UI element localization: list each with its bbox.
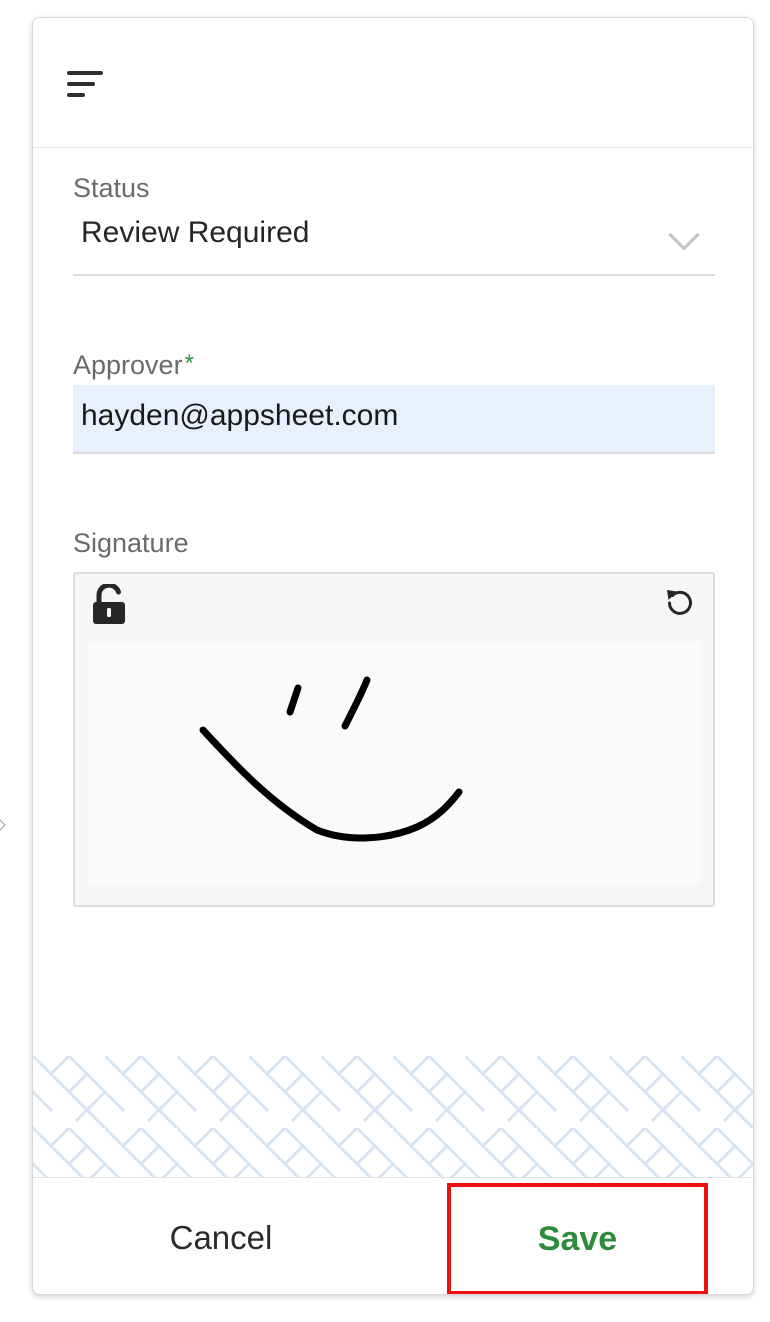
- status-label: Status: [73, 173, 150, 203]
- lock-open-icon[interactable]: [90, 582, 130, 626]
- cancel-button[interactable]: Cancel: [33, 1178, 409, 1294]
- header-bar: [33, 18, 753, 148]
- status-dropdown[interactable]: Review Required: [73, 214, 715, 276]
- signature-canvas[interactable]: [87, 642, 701, 885]
- signature-label: Signature: [73, 528, 189, 558]
- decorative-pattern: [33, 1056, 753, 1177]
- signature-drawing: [199, 676, 463, 842]
- approver-value: hayden@appsheet.com: [81, 399, 399, 432]
- form-card: Status Review Required Approver* hayden@…: [32, 17, 754, 1295]
- save-button[interactable]: Save: [447, 1183, 708, 1294]
- chevron-down-icon: [668, 219, 700, 251]
- edge-arrow-icon: [0, 819, 6, 831]
- approver-label-text: Approver: [73, 350, 183, 380]
- approver-email-input[interactable]: hayden@appsheet.com: [73, 385, 715, 454]
- approver-label: Approver*: [73, 350, 194, 381]
- footer-bar: Cancel Save: [33, 1177, 753, 1294]
- menu-icon[interactable]: [63, 66, 107, 102]
- required-asterisk: *: [184, 350, 194, 377]
- status-value: Review Required: [81, 216, 310, 249]
- signature-pad: [73, 572, 715, 907]
- undo-icon[interactable]: [663, 586, 697, 620]
